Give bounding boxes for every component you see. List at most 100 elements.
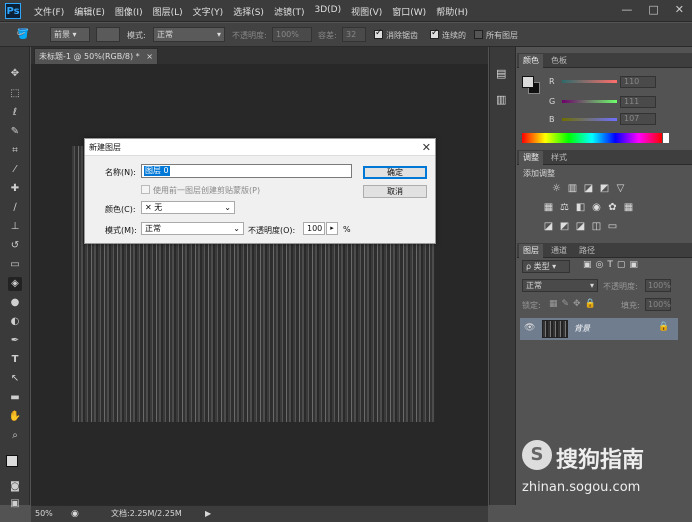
pattern-select[interactable] [96, 27, 120, 42]
zoom-tool-icon[interactable]: ⌕ [8, 429, 22, 443]
move-tool-icon[interactable]: ✥ [8, 67, 22, 81]
layer-fill-input[interactable]: 100% [645, 298, 671, 311]
paint-bucket-tool-icon[interactable]: ◈ [8, 277, 22, 291]
tab-adjustments[interactable]: 调整 [519, 151, 543, 165]
minimize-button[interactable]: — [621, 3, 632, 16]
layer-blend-mode-select[interactable]: 正常 ▾ [522, 279, 598, 292]
properties-panel-icon[interactable]: ▥ [496, 93, 506, 106]
dodge-tool-icon[interactable]: ◐ [8, 315, 22, 329]
fill-source-select[interactable]: 前景 ▾ [50, 27, 90, 42]
brush-tool-icon[interactable]: ∕ [8, 201, 22, 215]
balance-icon[interactable]: ⚖ [559, 203, 570, 213]
gradient-map-icon[interactable]: ▭ [607, 222, 618, 232]
r-slider[interactable] [562, 80, 617, 83]
g-value[interactable]: 111 [620, 96, 656, 108]
white-chip[interactable] [663, 133, 669, 143]
menu-select[interactable]: 选择(S) [233, 5, 264, 18]
tab-styles[interactable]: 样式 [547, 151, 571, 165]
tab-color[interactable]: 颜色 [519, 54, 543, 68]
screen-mode-icon[interactable]: ▣ [8, 497, 22, 511]
dialog-opacity-input[interactable]: 100 [303, 222, 325, 235]
all-layers-checkbox[interactable] [474, 30, 483, 39]
tab-paths[interactable]: 路径 [575, 244, 599, 258]
exposure-icon[interactable]: ◩ [599, 184, 610, 194]
b-slider[interactable] [562, 118, 617, 121]
layer-name[interactable]: 背景 [574, 323, 590, 334]
channel-mixer-icon[interactable]: ✿ [607, 203, 618, 213]
menu-layer[interactable]: 图层(L) [153, 5, 183, 18]
lock-icons[interactable]: ▦✎✥🔒 [549, 299, 600, 309]
quick-select-tool-icon[interactable]: ✎ [8, 125, 22, 139]
marquee-tool-icon[interactable]: ⬚ [8, 87, 22, 101]
vibrance-icon[interactable]: ▽ [615, 184, 626, 194]
layer-kind-filter[interactable]: ρ 类型 ▾ [522, 260, 570, 273]
contiguous-checkbox[interactable] [430, 28, 439, 39]
g-slider[interactable] [562, 100, 617, 103]
pen-tool-icon[interactable]: ✒ [8, 334, 22, 348]
levels-icon[interactable]: ▥ [567, 184, 578, 194]
eraser-tool-icon[interactable]: ▭ [8, 258, 22, 272]
paint-bucket-icon[interactable]: 🪣 [16, 28, 30, 42]
lasso-tool-icon[interactable]: ℓ [8, 106, 22, 120]
name-input[interactable]: 图层 0 [141, 164, 352, 178]
status-arrow-icon[interactable]: ▶ [205, 506, 211, 522]
fg-color-chip[interactable] [522, 76, 534, 88]
crop-tool-icon[interactable]: ⌗ [8, 144, 22, 158]
blur-tool-icon[interactable]: ● [8, 296, 22, 310]
menu-window[interactable]: 窗口(W) [392, 5, 426, 18]
posterize-icon[interactable]: ◩ [559, 222, 570, 232]
shape-tool-icon[interactable]: ▬ [8, 391, 22, 405]
hue-icon[interactable]: ▦ [543, 203, 554, 213]
selective-color-icon[interactable]: ◫ [591, 222, 602, 232]
type-tool-icon[interactable]: T [8, 353, 22, 367]
ok-button[interactable]: 确定 [363, 166, 427, 179]
menu-3d[interactable]: 3D(D) [314, 5, 341, 18]
menu-image[interactable]: 图像(I) [115, 5, 143, 18]
antialias-checkbox[interactable] [374, 28, 383, 39]
color-lookup-icon[interactable]: ▦ [623, 203, 634, 213]
tab-layers[interactable]: 图层 [519, 244, 543, 258]
zoom-level[interactable]: 50% [35, 506, 53, 522]
curves-icon[interactable]: ◪ [583, 184, 594, 194]
r-value[interactable]: 110 [620, 76, 656, 88]
close-button[interactable]: ✕ [675, 3, 684, 16]
restore-button[interactable]: □ [648, 3, 658, 16]
b-value[interactable]: 107 [620, 113, 656, 125]
menu-type[interactable]: 文字(Y) [193, 5, 224, 18]
dialog-mode-select[interactable]: 正常 ⌄ [141, 222, 244, 235]
status-share-icon[interactable]: ◉ [71, 506, 79, 522]
menu-filter[interactable]: 滤镜(T) [274, 5, 305, 18]
foreground-color-swatch[interactable] [6, 455, 18, 467]
photo-filter-icon[interactable]: ◉ [591, 203, 602, 213]
invert-icon[interactable]: ◪ [543, 222, 554, 232]
opacity-popup-arrow-icon[interactable]: ▸ [326, 222, 338, 235]
menu-file[interactable]: 文件(F) [34, 5, 64, 18]
layer-row-background[interactable]: 👁 背景 🔒 [520, 318, 678, 340]
history-brush-tool-icon[interactable]: ↺ [8, 239, 22, 253]
visibility-eye-icon[interactable]: 👁 [524, 323, 535, 333]
layer-opacity-input[interactable]: 100% [645, 279, 671, 292]
healing-brush-tool-icon[interactable]: ✚ [8, 182, 22, 196]
color-select[interactable]: ✕ 无 ⌄ [141, 201, 235, 214]
quick-mask-icon[interactable]: ◙ [8, 480, 22, 494]
brightness-icon[interactable]: ☼ [551, 184, 562, 194]
tab-channels[interactable]: 通道 [547, 244, 571, 258]
history-panel-icon[interactable]: ▤ [496, 67, 506, 80]
eyedropper-tool-icon[interactable]: ⁄ [8, 163, 22, 177]
threshold-icon[interactable]: ◪ [575, 222, 586, 232]
mode-select[interactable]: 正常 ▾ [153, 27, 225, 42]
document-tab[interactable]: 未标题-1 @ 50%(RGB/8) * × [34, 48, 158, 64]
menu-edit[interactable]: 编辑(E) [74, 5, 105, 18]
clip-mask-checkbox[interactable] [141, 185, 150, 194]
color-spectrum[interactable] [522, 133, 662, 143]
opacity-input[interactable]: 100% [272, 27, 312, 42]
path-select-tool-icon[interactable]: ↖ [8, 372, 22, 386]
tolerance-input[interactable]: 32 [342, 27, 366, 42]
clone-stamp-tool-icon[interactable]: ⊥ [8, 220, 22, 234]
document-close-icon[interactable]: × [146, 52, 153, 61]
menu-help[interactable]: 帮助(H) [436, 5, 468, 18]
bw-icon[interactable]: ◧ [575, 203, 586, 213]
dialog-close-icon[interactable]: ✕ [422, 141, 431, 154]
hand-tool-icon[interactable]: ✋ [8, 410, 22, 424]
menu-view[interactable]: 视图(V) [351, 5, 382, 18]
